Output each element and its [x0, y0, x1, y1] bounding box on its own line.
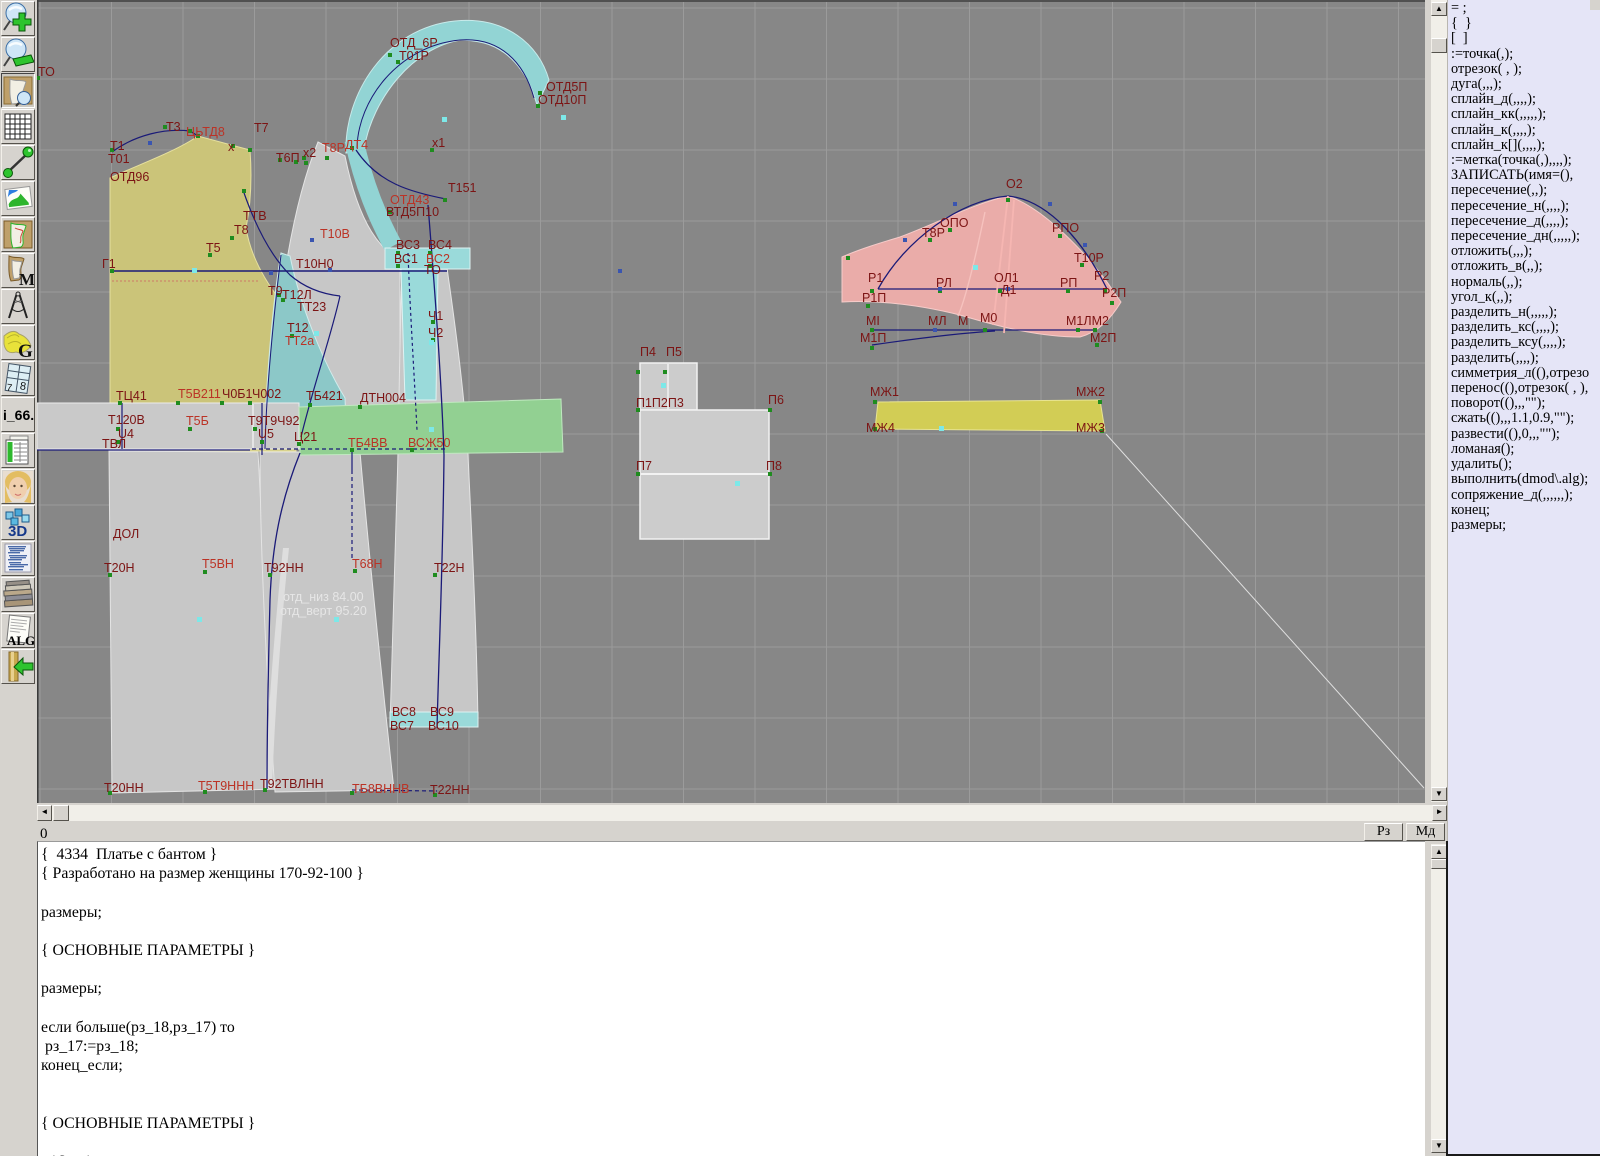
- svg-text:ТВЛ: ТВЛ: [102, 437, 126, 451]
- svg-text:П4: П4: [640, 345, 656, 359]
- svg-text:Т5В211: Т5В211: [178, 387, 221, 401]
- svg-text:Г1: Г1: [102, 257, 116, 271]
- svg-text:Д1: Д1: [1001, 283, 1016, 297]
- svg-text:Т92НН: Т92НН: [264, 561, 304, 575]
- svg-text:ВС2: ВС2: [426, 252, 450, 266]
- svg-text:ТЦ41: ТЦ41: [116, 389, 147, 403]
- svg-text:Т22НН: Т22НН: [430, 783, 470, 797]
- svg-text:Т6П: Т6П: [276, 151, 300, 165]
- svg-text:ALG: ALG: [7, 633, 34, 647]
- svg-text:Т10Н0: Т10Н0: [296, 257, 334, 271]
- svg-text:Т7: Т7: [254, 121, 269, 135]
- svg-text:Т68Н: Т68Н: [352, 557, 383, 571]
- svg-text:ОТД10П: ОТД10П: [538, 93, 586, 107]
- svg-text:Т3: Т3: [166, 120, 181, 134]
- svg-text:Ч2: Ч2: [428, 326, 443, 340]
- svg-text:3D: 3D: [8, 523, 27, 539]
- svg-text:ОТД43: ОТД43: [390, 193, 429, 207]
- svg-text:х2: х2: [303, 146, 316, 160]
- svg-text:М1ЛМ2: М1ЛМ2: [1066, 314, 1109, 328]
- svg-text:Р2: Р2: [1094, 269, 1109, 283]
- svg-text:ОТД96: ОТД96: [110, 170, 149, 184]
- svg-text:ВС9: ВС9: [430, 705, 454, 719]
- svg-text:ТБ421: ТБ421: [306, 389, 343, 403]
- svg-text:МЖ1: МЖ1: [870, 385, 899, 399]
- svg-text:Т10В: Т10В: [320, 227, 350, 241]
- svg-text:Т151: Т151: [448, 181, 477, 195]
- svg-text:отд_низ 84.00: отд_низ 84.00: [283, 590, 364, 604]
- svg-text:МЖ2: МЖ2: [1076, 385, 1105, 399]
- svg-text:М0: М0: [980, 311, 997, 325]
- svg-text:П6: П6: [768, 393, 784, 407]
- svg-text:Ч002: Ч002: [252, 387, 281, 401]
- svg-text:О2: О2: [1006, 177, 1023, 191]
- svg-text:G: G: [18, 341, 33, 359]
- svg-text:Т1: Т1: [110, 139, 125, 153]
- svg-text:Т10Р: Т10Р: [1074, 251, 1104, 265]
- svg-text:Т5Т9ННН: Т5Т9ННН: [198, 779, 254, 793]
- svg-text:х1: х1: [432, 136, 445, 150]
- svg-text:Р1П: Р1П: [862, 291, 886, 305]
- svg-text:ОТД_6Р: ОТД_6Р: [390, 36, 438, 50]
- svg-text:МЖ3: МЖ3: [1076, 421, 1105, 435]
- svg-text:ВС10: ВС10: [428, 719, 459, 733]
- svg-text:ТБ8ВННВ: ТБ8ВННВ: [352, 782, 410, 796]
- svg-text:х: х: [228, 140, 235, 154]
- svg-text:Р2П: Р2П: [1102, 286, 1126, 300]
- svg-text:Т20НН: Т20НН: [104, 781, 144, 795]
- svg-text:ТТ2а: ТТ2а: [285, 334, 314, 348]
- svg-text:П8: П8: [766, 459, 782, 473]
- svg-text:отд_верт 95.20: отд_верт 95.20: [280, 604, 367, 618]
- svg-text:M: M: [19, 270, 34, 287]
- svg-text:ВС8: ВС8: [392, 705, 416, 719]
- svg-text:ТБ4ВВ: ТБ4ВВ: [348, 436, 387, 450]
- svg-text:М2П: М2П: [1090, 331, 1116, 345]
- svg-text:ДОЛ: ДОЛ: [113, 527, 139, 541]
- svg-text:ВТД5П10: ВТД5П10: [386, 205, 439, 219]
- svg-text:Т9Т9Ч92: Т9Т9Ч92: [248, 414, 299, 428]
- svg-text:ОПО: ОПО: [940, 216, 969, 230]
- svg-text:П7: П7: [636, 459, 652, 473]
- svg-text:ЦЬТД8: ЦЬТД8: [186, 125, 225, 139]
- svg-text:М1П: М1П: [860, 331, 886, 345]
- svg-text:Т5Б: Т5Б: [186, 414, 209, 428]
- svg-text:Т120В: Т120В: [108, 413, 145, 427]
- svg-text:Т01Р: Т01Р: [399, 49, 429, 63]
- svg-text:П1П2П3: П1П2П3: [636, 396, 684, 410]
- svg-text:ТТ23: ТТ23: [297, 300, 326, 314]
- svg-text:Т9: Т9: [268, 284, 283, 298]
- svg-text:ТО: ТО: [38, 65, 55, 79]
- svg-text:Т8Р: Т8Р: [322, 141, 345, 155]
- svg-text:Ч0Б1: Ч0Б1: [222, 387, 252, 401]
- svg-text:Ц21: Ц21: [294, 430, 317, 444]
- svg-text:ТТВ: ТТВ: [243, 209, 267, 223]
- svg-text:ВС4: ВС4: [428, 238, 452, 252]
- svg-text:ВС7: ВС7: [390, 719, 414, 733]
- svg-text:Ч1: Ч1: [428, 309, 443, 323]
- svg-text:Т01: Т01: [108, 152, 130, 166]
- svg-text:ВС3: ВС3: [396, 238, 420, 252]
- svg-text:РП: РП: [1060, 276, 1077, 290]
- svg-text:Т92ТВЛНН: Т92ТВЛНН: [260, 777, 324, 791]
- svg-text:ВС1: ВС1: [394, 252, 418, 266]
- svg-text:РПО: РПО: [1052, 221, 1079, 235]
- svg-text:Т20Н: Т20Н: [104, 561, 135, 575]
- svg-text:ОТД5П: ОТД5П: [546, 80, 587, 94]
- svg-text:Т5: Т5: [206, 241, 221, 255]
- svg-text:Т8: Т8: [234, 223, 249, 237]
- svg-text:П5: П5: [666, 345, 682, 359]
- svg-text:U5: U5: [258, 427, 274, 441]
- svg-text:МЛ: МЛ: [928, 314, 947, 328]
- svg-text:РЛ: РЛ: [936, 276, 952, 290]
- svg-text:ДТ4: ДТ4: [345, 138, 368, 152]
- svg-text:МЖ4: МЖ4: [866, 421, 895, 435]
- svg-text:ДТН004: ДТН004: [360, 391, 406, 405]
- svg-text:Т22Н: Т22Н: [434, 561, 465, 575]
- svg-text:МІ: МІ: [866, 314, 880, 328]
- svg-text:Р1: Р1: [868, 271, 883, 285]
- svg-text:Т5ВН: Т5ВН: [202, 557, 234, 571]
- svg-text:ВСЖ50: ВСЖ50: [408, 436, 450, 450]
- svg-text:М: М: [958, 314, 968, 328]
- svg-text:Т12: Т12: [287, 321, 309, 335]
